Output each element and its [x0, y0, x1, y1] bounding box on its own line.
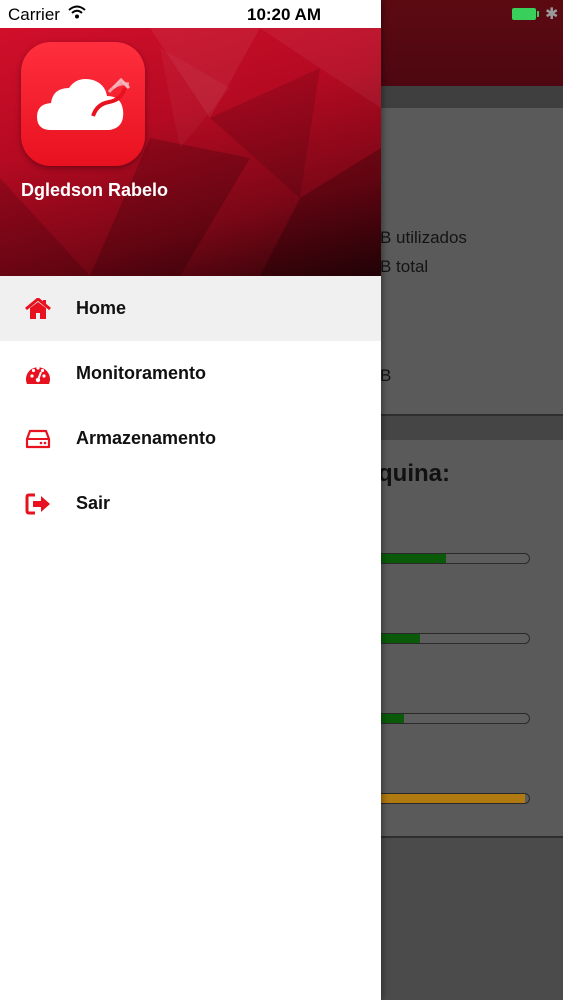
machine-title: quina: — [378, 460, 450, 487]
status-bar: Carrier 10:20 AM — [0, 0, 381, 28]
user-name: Dgledson Rabelo — [21, 180, 169, 200]
menu-item-label: Home — [76, 298, 127, 318]
drawer-menu: Home Monitoramento Armazenamento Sair — [0, 276, 381, 536]
status-time: 10:20 AM — [246, 5, 321, 24]
menu-item-label: Sair — [76, 493, 111, 513]
hard-drive-icon — [0, 429, 76, 449]
sign-out-icon — [0, 493, 76, 515]
drawer-header: Dgledson Rabelo — [0, 28, 381, 276]
speedometer-icon — [0, 362, 76, 386]
storage-used: B utilizados — [380, 228, 467, 247]
battery-icon — [512, 8, 536, 20]
home-icon — [0, 297, 76, 320]
menu-item-label: Armazenamento — [76, 428, 217, 448]
storage-free: B — [380, 366, 392, 385]
menu-item-label: Monitoramento — [76, 363, 206, 383]
storage-total: B total — [380, 257, 429, 276]
app-logo — [21, 42, 145, 166]
menu-item-armazenamento[interactable]: Armazenamento — [0, 406, 381, 471]
cloud-upload-icon — [37, 77, 131, 130]
battery-tip — [537, 11, 539, 17]
side-drawer: Carrier 10:20 AM Dgledson Rabelo Home Mo… — [0, 0, 381, 1000]
menu-item-monitoramento[interactable]: Monitoramento — [0, 341, 381, 406]
menu-item-home[interactable]: Home — [0, 276, 381, 341]
bluetooth-icon: ✱ — [545, 6, 559, 23]
menu-item-sair[interactable]: Sair — [0, 471, 381, 536]
